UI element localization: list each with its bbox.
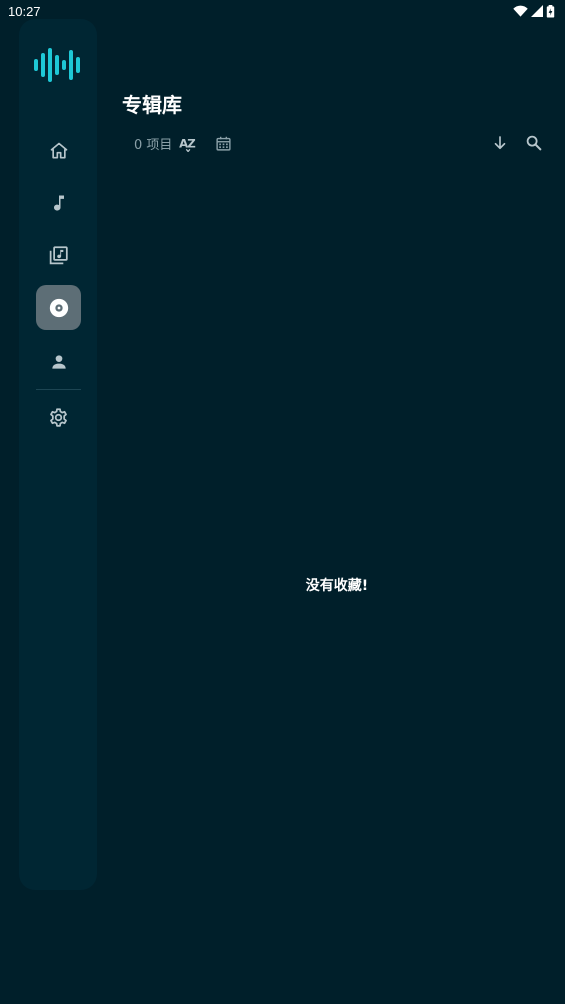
library-toolbar: 0 项目 A Z	[122, 131, 547, 155]
home-icon	[50, 142, 67, 158]
signal-icon	[531, 5, 543, 17]
sidebar-item-artists[interactable]	[36, 339, 81, 384]
navigation-rail	[19, 19, 97, 890]
battery-icon	[546, 4, 555, 18]
sidebar-item-settings[interactable]	[36, 395, 81, 440]
search-button[interactable]	[522, 131, 546, 155]
music-note-icon	[53, 195, 64, 210]
person-icon	[51, 354, 66, 369]
sort-date-button[interactable]	[211, 131, 235, 155]
svg-text:Z: Z	[187, 137, 195, 151]
sort-az-icon: A Z	[179, 137, 196, 152]
album-icon	[49, 298, 68, 317]
sidebar-item-home[interactable]	[36, 128, 81, 173]
sort-direction-button[interactable]	[488, 131, 512, 155]
item-count: 0 项目	[134, 138, 173, 153]
wifi-icon	[513, 5, 528, 17]
arrow-down-icon	[494, 136, 506, 150]
library-music-icon	[49, 246, 68, 265]
calendar-icon	[215, 136, 231, 151]
sidebar-divider	[36, 389, 81, 390]
sidebar-item-playlists[interactable]	[36, 233, 81, 278]
page-title: 专辑库	[122, 93, 182, 117]
sidebar-item-albums[interactable]	[36, 285, 81, 330]
status-icons	[513, 4, 555, 18]
empty-state-message: 没有收藏!	[305, 578, 369, 594]
status-time: 10:27	[8, 3, 41, 19]
app-logo-waveform-icon	[34, 48, 80, 82]
sort-az-button[interactable]: A Z	[177, 131, 201, 155]
gear-icon	[50, 408, 67, 427]
search-icon	[526, 135, 542, 151]
sidebar-item-songs[interactable]	[36, 180, 81, 225]
